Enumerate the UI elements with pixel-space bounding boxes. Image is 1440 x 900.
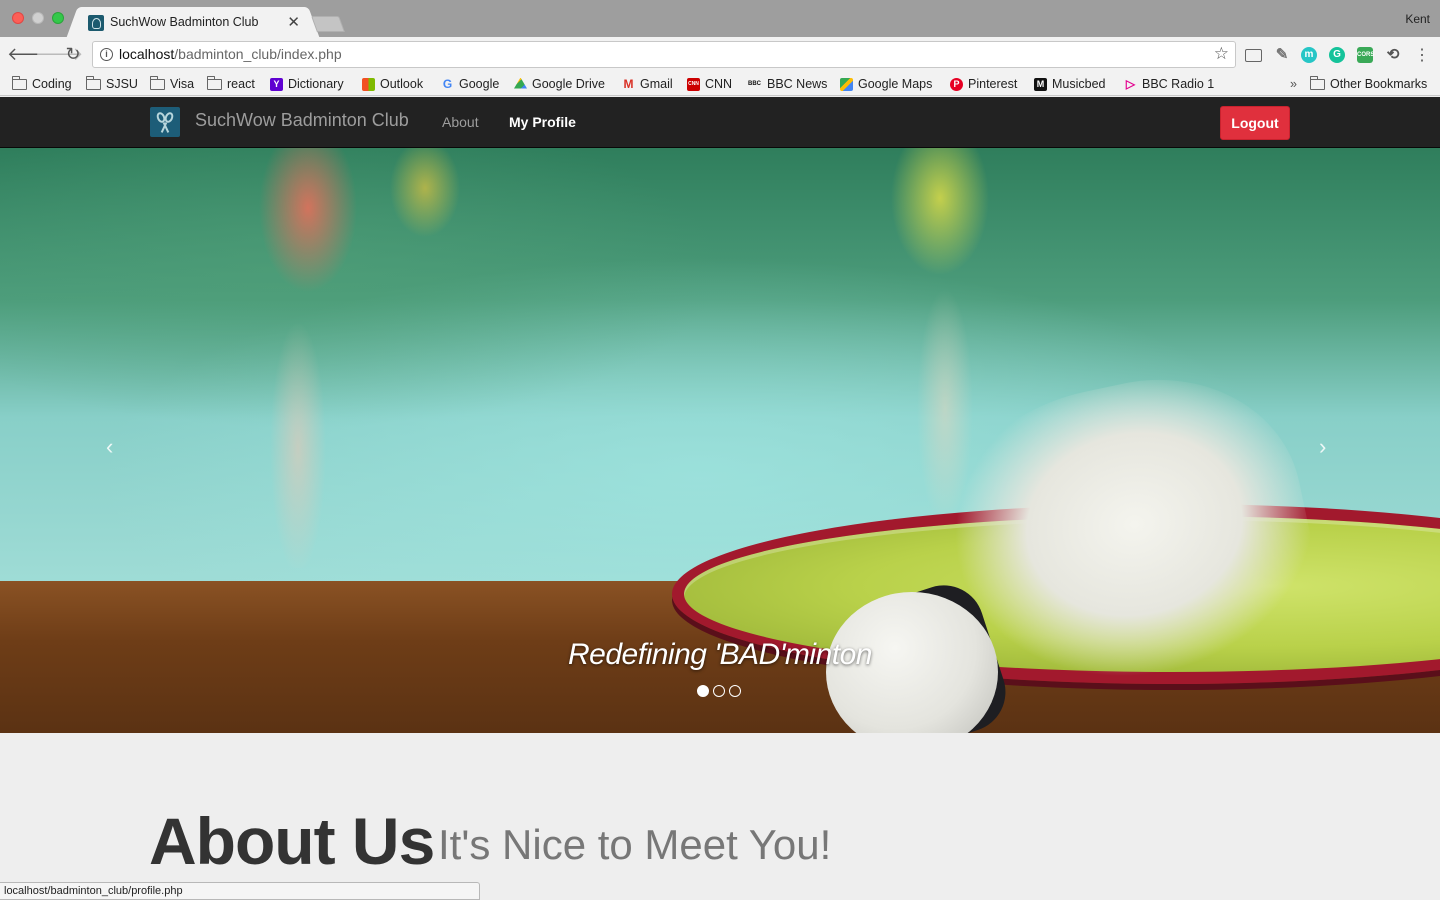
folder-icon: [150, 75, 165, 90]
reload-icon[interactable]: ↻: [63, 44, 83, 64]
bookmark-sjsu[interactable]: SJSU: [86, 75, 138, 93]
info-icon[interactable]: i: [100, 48, 113, 61]
bookmark-label: Google Drive: [532, 77, 605, 91]
nav-link-about[interactable]: About: [442, 114, 479, 130]
browser-toolbar: 🡐 🡒 ↻ i localhost/badminton_club/index.p…: [0, 37, 1440, 72]
bookmark-label: BBC News: [767, 77, 828, 91]
bbc-radio-icon: ▷: [1125, 76, 1136, 91]
bookmarks-overflow-button[interactable]: »: [1290, 75, 1297, 93]
bookmark-bbc-radio-1[interactable]: ▷ BBC Radio 1: [1124, 75, 1214, 93]
window-minimize-button[interactable]: [32, 12, 44, 24]
bookmark-label: BBC Radio 1: [1142, 77, 1215, 91]
folder-icon: [1310, 75, 1325, 90]
google-icon: G: [442, 76, 453, 91]
bookmark-gmail[interactable]: M Gmail: [622, 75, 673, 93]
window-close-button[interactable]: [12, 12, 24, 24]
grammarly-icon[interactable]: G: [1329, 47, 1345, 63]
bookmark-google-drive[interactable]: Google Drive: [514, 75, 605, 93]
bookmark-label: Outlook: [380, 77, 424, 91]
back-arrow-icon[interactable]: 🡐: [7, 44, 55, 64]
bookmark-pinterest[interactable]: P Pinterest: [950, 75, 1017, 93]
cors-extension-icon[interactable]: CORS: [1357, 47, 1374, 63]
tab-close-icon[interactable]: ✕: [287, 13, 300, 31]
extension-sync-icon[interactable]: ⟲: [1385, 47, 1401, 63]
background-player: [228, 148, 388, 568]
microsoft-icon: [362, 77, 375, 91]
about-section: About Us It's Nice to Meet You!: [0, 733, 1440, 900]
cast-icon[interactable]: [1245, 49, 1262, 62]
carousel-indicators: [697, 685, 741, 697]
bookmark-google[interactable]: G Google: [441, 75, 499, 93]
bookmark-label: Google Maps: [858, 77, 933, 91]
site-favicon-icon: [88, 15, 104, 31]
pinterest-icon: P: [950, 77, 963, 91]
carousel-indicator[interactable]: [729, 685, 741, 697]
tab-title: SuchWow Badminton Club: [110, 15, 259, 29]
bookmark-google-maps[interactable]: Google Maps: [840, 75, 932, 93]
carousel-indicator[interactable]: [713, 685, 725, 697]
bookmark-label: react: [227, 77, 255, 91]
browser-status-bar: localhost/badminton_club/profile.php: [0, 882, 480, 900]
brand-name-link[interactable]: SuchWow Badminton Club: [195, 110, 409, 131]
logout-button[interactable]: Logout: [1220, 106, 1290, 140]
bookmark-label: Other Bookmarks: [1330, 77, 1428, 91]
club-logo-icon[interactable]: [150, 107, 180, 137]
url-text[interactable]: localhost/badminton_club/index.php: [119, 46, 342, 62]
nav-link-my-profile[interactable]: My Profile: [509, 114, 576, 130]
bookmark-cnn[interactable]: CNN CNN: [687, 75, 732, 93]
bookmark-label: CNN: [705, 77, 733, 91]
url-host: localhost: [119, 46, 175, 62]
bookmark-react[interactable]: react: [207, 75, 255, 93]
browser-title-bar: SuchWow Badminton Club ✕ Kent: [0, 0, 1440, 38]
browser-profile-name[interactable]: Kent: [1405, 12, 1430, 26]
yahoo-icon: Y: [270, 77, 283, 91]
window-zoom-button[interactable]: [52, 12, 64, 24]
carousel-next-icon[interactable]: ›: [1319, 434, 1326, 460]
forward-arrow-icon[interactable]: 🡒: [35, 44, 83, 64]
carousel-indicator[interactable]: [697, 685, 709, 697]
bookmark-label: Google: [459, 77, 500, 91]
about-heading: About Us: [149, 804, 435, 878]
google-maps-icon: [840, 77, 853, 91]
bookmark-other[interactable]: Other Bookmarks: [1310, 75, 1427, 93]
folder-icon: [12, 75, 27, 90]
carousel-prev-icon[interactable]: ‹: [106, 434, 113, 460]
extension-m-icon[interactable]: m: [1301, 47, 1317, 63]
bookmark-label: Pinterest: [968, 77, 1018, 91]
bookmark-musicbed[interactable]: M Musicbed: [1034, 75, 1106, 93]
extension-tool-icon[interactable]: ✎: [1274, 47, 1290, 63]
bookmarks-bar: Coding SJSU Visa react Y Dictionary Outlo…: [0, 72, 1440, 96]
bookmark-coding[interactable]: Coding: [12, 75, 72, 93]
bookmark-label: Dictionary: [288, 77, 344, 91]
new-tab-button[interactable]: [311, 16, 345, 32]
folder-icon: [86, 75, 101, 90]
url-path: /badminton_club/index.php: [174, 46, 342, 62]
browser-menu-icon[interactable]: ⋮: [1414, 45, 1430, 65]
carousel-caption: Redefining 'BAD'minton: [568, 638, 872, 671]
bookmark-star-icon[interactable]: ☆: [1214, 44, 1229, 64]
bookmark-label: Coding: [32, 77, 72, 91]
gmail-icon: M: [623, 76, 634, 91]
bookmark-label: Musicbed: [1052, 77, 1106, 91]
about-subheading: It's Nice to Meet You!: [438, 821, 832, 868]
bookmark-outlook[interactable]: Outlook: [362, 75, 423, 93]
cnn-icon: CNN: [687, 77, 700, 91]
bookmark-label: Visa: [170, 77, 195, 91]
google-drive-icon: [514, 77, 527, 89]
bookmark-bbc-news[interactable]: BBC BBC News: [747, 75, 827, 93]
musicbed-icon: M: [1034, 77, 1047, 91]
bookmark-label: Gmail: [640, 77, 673, 91]
address-bar[interactable]: i localhost/badminton_club/index.php ☆: [92, 41, 1236, 68]
bookmark-dictionary[interactable]: Y Dictionary: [270, 75, 344, 93]
bbc-icon: BBC: [748, 80, 761, 87]
bookmark-visa[interactable]: Visa: [150, 75, 194, 93]
hero-carousel: ‹ › Redefining 'BAD'minton: [0, 148, 1440, 733]
browser-tab-active[interactable]: SuchWow Badminton Club ✕: [78, 7, 308, 38]
site-navbar: SuchWow Badminton Club About My Profile …: [0, 97, 1440, 148]
bookmark-label: SJSU: [106, 77, 138, 91]
folder-icon: [207, 75, 222, 90]
